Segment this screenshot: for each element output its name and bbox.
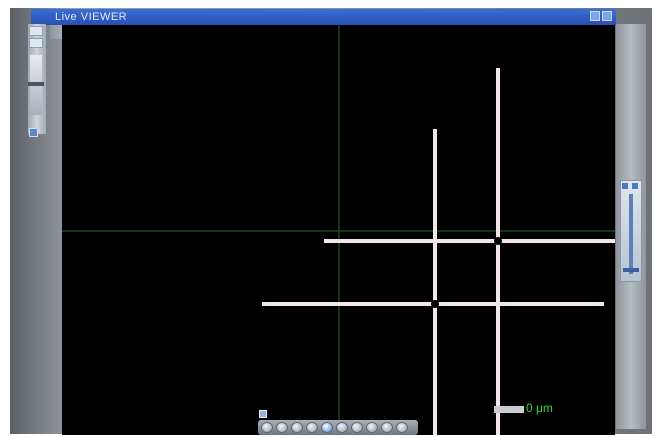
scale-bar-label: 0 μm (526, 401, 553, 415)
zoom-button[interactable] (29, 38, 43, 48)
focus-slider-track[interactable] (629, 194, 633, 274)
scale-bar-line (494, 406, 524, 413)
prev-icon[interactable] (276, 422, 288, 433)
first-icon[interactable] (261, 422, 273, 433)
zoom-slider-handle[interactable] (28, 82, 44, 86)
focus-slider-handle[interactable] (623, 268, 639, 272)
last-icon[interactable] (381, 422, 393, 433)
title-bar[interactable]: Live VIEWER (31, 9, 616, 25)
focus-up-icon[interactable] (621, 182, 629, 190)
maximize-icon[interactable] (602, 11, 612, 21)
focus-down-icon[interactable] (631, 182, 639, 190)
scale-bar: 0 μm (494, 401, 584, 416)
cross-pattern-upper (324, 68, 615, 435)
window-controls (590, 11, 612, 21)
playback-toolbar[interactable] (258, 420, 418, 435)
rewind-icon[interactable] (291, 422, 303, 433)
play-icon[interactable] (306, 422, 318, 433)
stop-icon[interactable] (336, 422, 348, 433)
minimize-icon[interactable] (590, 11, 600, 21)
cross-pattern-lower (262, 129, 604, 435)
record-icon[interactable] (396, 422, 408, 433)
grid-toggle-button[interactable] (29, 26, 43, 36)
expand-icon[interactable] (29, 128, 38, 137)
live-image-viewer[interactable] (62, 25, 615, 435)
live-image (62, 25, 615, 435)
next-icon[interactable] (366, 422, 378, 433)
toolbar-toggle-icon[interactable] (259, 410, 267, 418)
forward-icon[interactable] (351, 422, 363, 433)
window-title: Live VIEWER (55, 11, 128, 23)
pause-icon[interactable] (321, 422, 333, 433)
